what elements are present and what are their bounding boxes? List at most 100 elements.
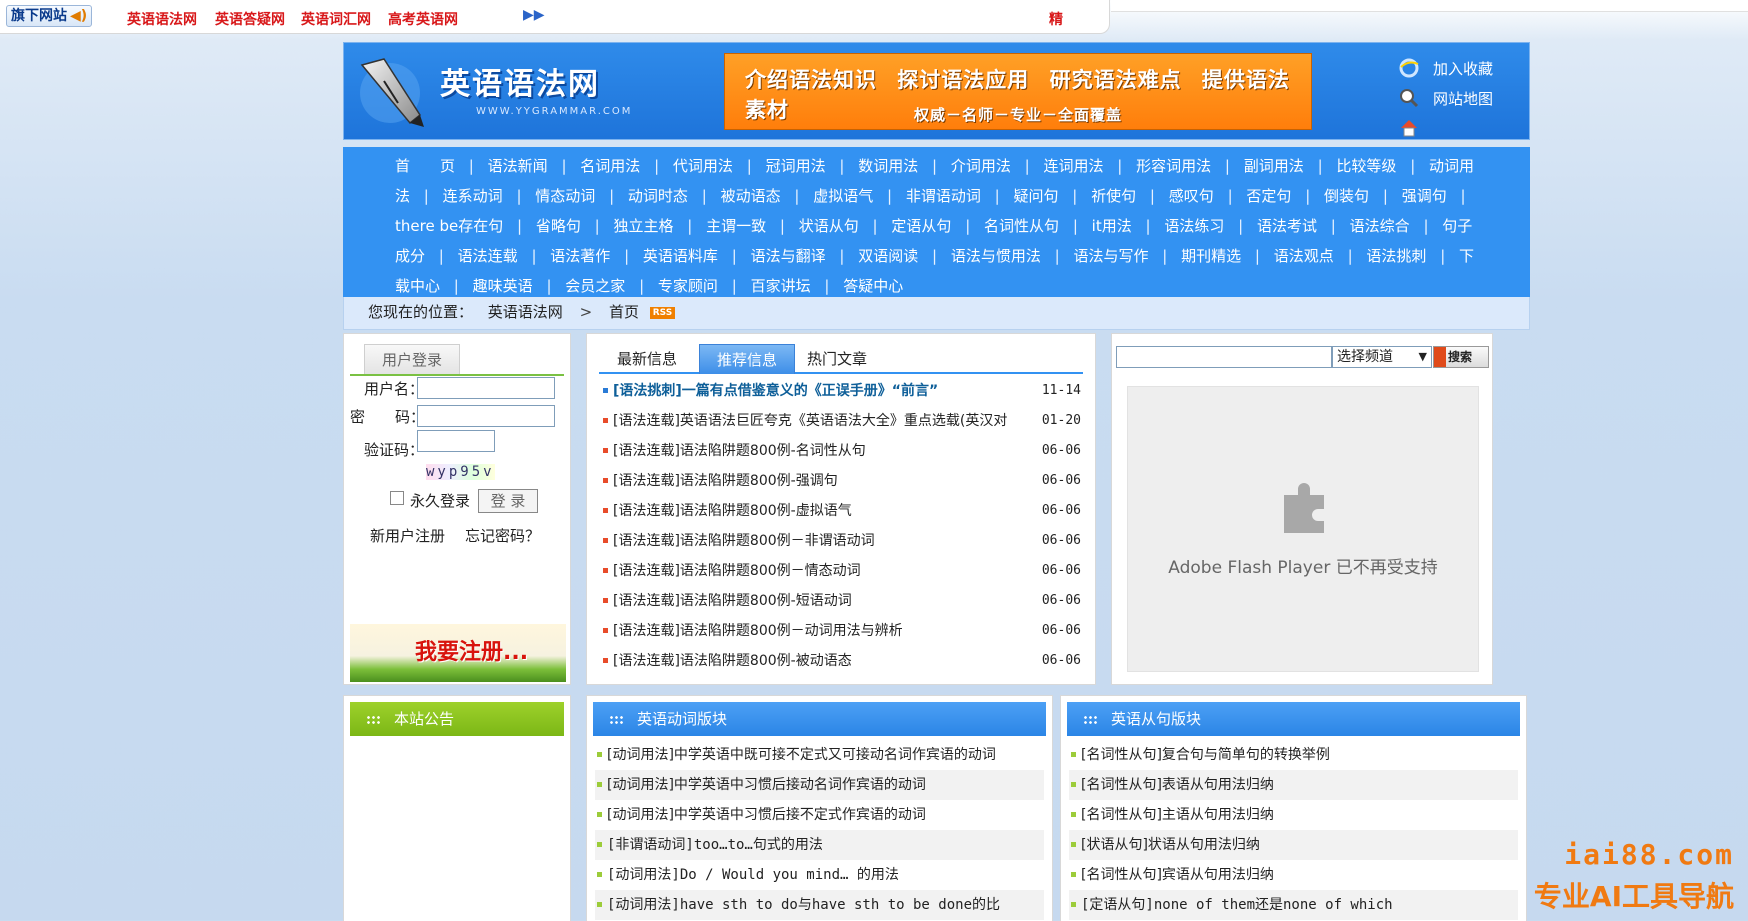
nav-item[interactable]: 疑问句 bbox=[1013, 187, 1058, 205]
clause-item-link[interactable]: [名词性从句]主语从句用法归纳 bbox=[1081, 807, 1274, 823]
nav-item[interactable]: 定语从句 bbox=[891, 217, 951, 235]
nav-item[interactable]: 强调句 bbox=[1402, 187, 1447, 205]
tab-hot[interactable]: 热门文章 bbox=[789, 344, 885, 374]
nav-item[interactable]: 语法挑刺 bbox=[1366, 247, 1426, 265]
news-title[interactable]: [语法连载]语法陷阱题800例－情态动词 bbox=[613, 556, 1018, 586]
verb-list-item[interactable]: [动词用法]中学英语中习惯后接动名词作宾语的动词 bbox=[595, 770, 1044, 800]
nav-item[interactable]: 代词用法 bbox=[673, 157, 733, 175]
nav-item[interactable]: 状语从句 bbox=[799, 217, 859, 235]
verb-item-link[interactable]: [动词用法]中学英语中既可接不定式又可接动名词作宾语的动词 bbox=[607, 747, 996, 763]
news-title[interactable]: [语法连载]语法陷阱题800例－动词用法与辨析 bbox=[613, 616, 1018, 646]
verb-item-link[interactable]: [动词用法]中学英语中习惯后接不定式作宾语的动词 bbox=[607, 807, 926, 823]
nav-item[interactable]: 语法综合 bbox=[1350, 217, 1410, 235]
captcha-image[interactable]: wyp95v bbox=[426, 464, 495, 480]
sister-sites-label[interactable]: 旗下网站 ◀) bbox=[6, 5, 93, 27]
nav-item[interactable]: 冠词用法 bbox=[766, 157, 826, 175]
news-item[interactable]: [语法连载]语法陷阱题800例-名词性从句 06-06 bbox=[603, 436, 1085, 466]
verb-list-item[interactable]: [动词用法]中学英语中习惯后接不定式作宾语的动词 bbox=[595, 800, 1044, 830]
news-item[interactable]: [语法连载]语法陷阱题800例－情态动词 06-06 bbox=[603, 556, 1085, 586]
nav-item[interactable]: 比较等级 bbox=[1336, 157, 1396, 175]
tab-recommended[interactable]: 推荐信息 bbox=[699, 344, 795, 374]
username-input[interactable] bbox=[417, 377, 555, 399]
clause-list-item[interactable]: [状语从句]状语从句用法归纳 bbox=[1069, 830, 1518, 860]
nav-item[interactable]: 专家顾问 bbox=[658, 277, 718, 295]
search-input[interactable] bbox=[1116, 346, 1332, 368]
nav-item[interactable]: 语法著作 bbox=[550, 247, 610, 265]
news-item[interactable]: [语法连载]语法陷阱题800例-强调句 06-06 bbox=[603, 466, 1085, 496]
nav-item[interactable]: 连系动词 bbox=[443, 187, 503, 205]
clause-list-item[interactable]: [名词性从句]主语从句用法归纳 bbox=[1069, 800, 1518, 830]
nav-item[interactable]: 会员之家 bbox=[565, 277, 625, 295]
verb-header[interactable]: 英语动词版块 bbox=[593, 702, 1046, 736]
clause-item-link[interactable]: [状语从句]状语从句用法归纳 bbox=[1081, 837, 1260, 853]
tab-latest[interactable]: 最新信息 bbox=[599, 344, 695, 374]
verb-list-item[interactable]: [动词用法]Do / Would you mind… 的用法 bbox=[595, 860, 1044, 890]
register-link[interactable]: 新用户注册 bbox=[370, 525, 445, 546]
clause-item-link[interactable]: [定语从句]none of them还是none of which bbox=[1081, 897, 1393, 913]
news-item[interactable]: [语法连载]语法陷阱题800例-虚拟语气 06-06 bbox=[603, 496, 1085, 526]
link-qa-site[interactable]: 英语答疑网 bbox=[215, 9, 285, 29]
clause-list-item[interactable]: [名词性从句]宾语从句用法归纳 bbox=[1069, 860, 1518, 890]
forgot-password-link[interactable]: 忘记密码？ bbox=[465, 525, 540, 546]
breadcrumb-site-link[interactable]: 英语语法网 bbox=[488, 303, 563, 321]
nav-item[interactable]: 倒装句 bbox=[1324, 187, 1369, 205]
clause-list-item[interactable]: [名词性从句]复合句与简单句的转换举例 bbox=[1069, 740, 1518, 770]
nav-item[interactable]: 语法与写作 bbox=[1073, 247, 1148, 265]
tab-user-login[interactable]: 用户登录 bbox=[364, 344, 460, 374]
verb-item-link[interactable]: [动词用法]Do / Would you mind… 的用法 bbox=[607, 867, 899, 883]
register-banner[interactable]: 我要注册... bbox=[350, 624, 566, 682]
nav-item[interactable]: 否定句 bbox=[1246, 187, 1291, 205]
news-item[interactable]: [语法连载]语法陷阱题800例－动词用法与辨析 06-06 bbox=[603, 616, 1085, 646]
search-button[interactable]: 搜索 bbox=[1433, 346, 1489, 368]
news-title[interactable]: [语法连载]英语语法巨匠夸克《英语语法大全》重点选载(英汉对 bbox=[613, 406, 1018, 436]
news-item[interactable]: [语法连载]语法陷阱题800例－非谓语动词 06-06 bbox=[603, 526, 1085, 556]
nav-item[interactable]: 语法与翻译 bbox=[751, 247, 826, 265]
news-item[interactable]: [语法连载]语法陷阱题800例-被动语态 06-06 bbox=[603, 646, 1085, 676]
nav-item[interactable]: 语法新闻 bbox=[488, 157, 548, 175]
nav-item[interactable]: 百家讲坛 bbox=[751, 277, 811, 295]
nav-item[interactable]: 答疑中心 bbox=[843, 277, 903, 295]
nav-item[interactable]: 名词用法 bbox=[580, 157, 640, 175]
captcha-input[interactable] bbox=[417, 430, 495, 452]
rss-icon[interactable]: RSS bbox=[649, 306, 676, 319]
channel-select[interactable]: 选择频道 ▼ bbox=[1332, 346, 1432, 368]
fast-forward-icon[interactable]: ▶▶ bbox=[523, 7, 545, 23]
login-button[interactable]: 登 录 bbox=[478, 489, 538, 513]
news-item[interactable]: [语法连载]英语语法巨匠夸克《英语语法大全》重点选载(英汉对 01-20 bbox=[603, 406, 1085, 436]
news-title[interactable]: [语法连载]语法陷阱题800例-短语动词 bbox=[613, 586, 1018, 616]
password-input[interactable] bbox=[417, 405, 555, 427]
nav-item[interactable]: 双语阅读 bbox=[858, 247, 918, 265]
remember-checkbox[interactable] bbox=[390, 491, 404, 505]
nav-item[interactable]: 被动语态 bbox=[721, 187, 781, 205]
nav-item[interactable]: 动词时态 bbox=[628, 187, 688, 205]
nav-item[interactable]: 首 页 bbox=[395, 157, 455, 175]
news-title[interactable]: [语法连载]语法陷阱题800例-虚拟语气 bbox=[613, 496, 1018, 526]
news-title[interactable]: [语法连载]语法陷阱题800例-强调句 bbox=[613, 466, 1018, 496]
nav-item[interactable]: 趣味英语 bbox=[473, 277, 533, 295]
nav-item[interactable]: 副词用法 bbox=[1244, 157, 1304, 175]
nav-item[interactable]: 感叹句 bbox=[1169, 187, 1214, 205]
nav-item[interactable]: 主谓一致 bbox=[706, 217, 766, 235]
clause-item-link[interactable]: [名词性从句]复合句与简单句的转换举例 bbox=[1081, 747, 1330, 763]
clause-header[interactable]: 英语从句版块 bbox=[1067, 702, 1520, 736]
nav-item[interactable]: there be存在句 bbox=[395, 217, 503, 235]
verb-list-item[interactable]: [动词用法]中学英语中既可接不定式又可接动名词作宾语的动词 bbox=[595, 740, 1044, 770]
nav-item[interactable]: 连词用法 bbox=[1043, 157, 1103, 175]
news-title[interactable]: [语法连载]语法陷阱题800例-被动语态 bbox=[613, 646, 1018, 676]
verb-list-item[interactable]: [动词用法]have sth to do与have sth to be done… bbox=[595, 890, 1044, 920]
nav-item[interactable]: 情态动词 bbox=[535, 187, 595, 205]
nav-item[interactable]: 非谓语动词 bbox=[906, 187, 981, 205]
news-title[interactable]: [语法连载]语法陷阱题800例－非谓语动词 bbox=[613, 526, 1018, 556]
nav-item[interactable]: 虚拟语气 bbox=[813, 187, 873, 205]
news-item[interactable]: [语法挑刺]一篇有点借鉴意义的《正误手册》“前言” 11-14 bbox=[603, 376, 1085, 406]
link-vocab-site[interactable]: 英语词汇网 bbox=[301, 9, 371, 29]
clause-item-link[interactable]: [名词性从句]宾语从句用法归纳 bbox=[1081, 867, 1274, 883]
nav-item[interactable]: 省略句 bbox=[536, 217, 581, 235]
link-gaokao-site[interactable]: 高考英语网 bbox=[388, 9, 458, 29]
verb-item-link[interactable]: [动词用法]中学英语中习惯后接动名词作宾语的动词 bbox=[607, 777, 926, 793]
add-favorite-link[interactable]: 加入收藏 bbox=[1433, 58, 1493, 79]
nav-item[interactable]: 数词用法 bbox=[858, 157, 918, 175]
nav-item[interactable]: 语法观点 bbox=[1274, 247, 1334, 265]
nav-item[interactable]: 语法练习 bbox=[1164, 217, 1224, 235]
news-title[interactable]: [语法连载]语法陷阱题800例-名词性从句 bbox=[613, 436, 1018, 466]
